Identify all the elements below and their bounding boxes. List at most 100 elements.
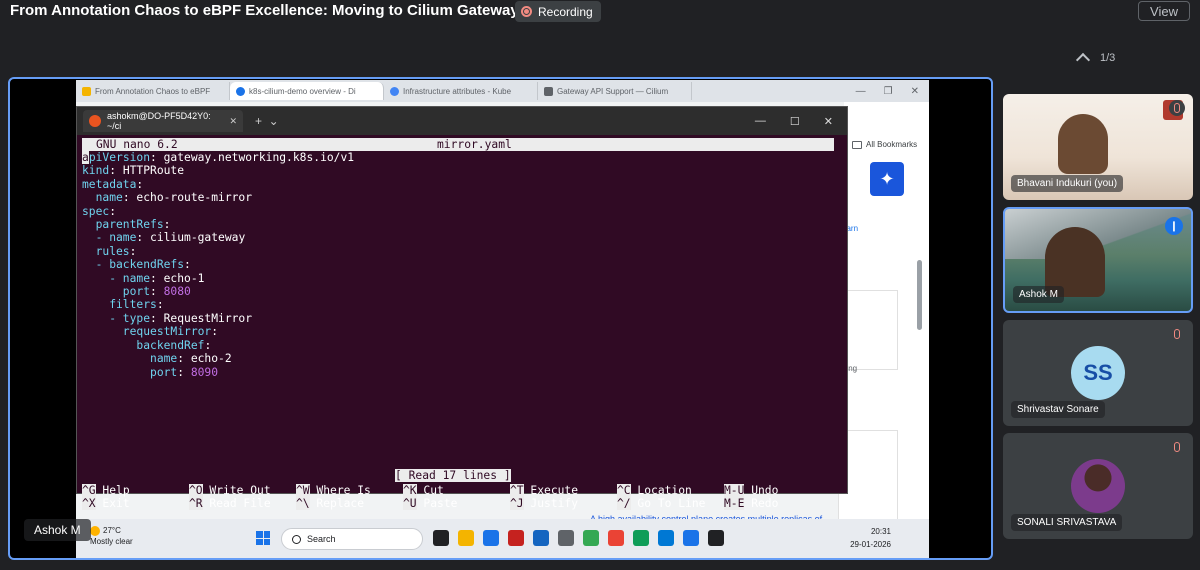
tab-favicon-icon (544, 86, 553, 96)
meeting-header: From Annotation Chaos to eBPF Excellence… (0, 0, 1200, 40)
browser-tab-active[interactable]: k8s-cilium-demo overview - Di (230, 82, 384, 100)
code-line: rules: (82, 244, 137, 258)
taskbar-app-icons (433, 530, 724, 546)
terminal-titlebar: ashokm@DO-PF5D42Y0: ~/ci ✕ + ⌄ — ☐ ✕ (77, 107, 847, 135)
tab-favicon-icon (236, 86, 245, 96)
participant-tile[interactable]: SONALI SRIVASTAVA (1003, 433, 1193, 539)
code-line: apiVersion: gateway.networking.k8s.io/v1 (82, 151, 355, 164)
mic-off-icon (1169, 326, 1185, 342)
nano-shortcut: ^G Help (82, 484, 130, 497)
tile-pager: 1/3 (1075, 50, 1116, 68)
nano-shortcut: ^T Execute (510, 484, 579, 497)
browser-tab-strip: From Annotation Chaos to eBPF k8s-cilium… (76, 80, 929, 102)
taskbar-search[interactable]: Search (281, 528, 423, 550)
close-icon[interactable]: ✕ (824, 115, 833, 128)
terminal-window-controls: — ☐ ✕ (755, 115, 847, 128)
new-tab-icon[interactable]: + ⌄ (255, 114, 279, 128)
taskbar-app-icon[interactable] (708, 530, 724, 546)
taskbar-app-icon[interactable] (683, 530, 699, 546)
taskbar-app-icon[interactable] (558, 530, 574, 546)
taskbar-clock[interactable]: 20:31 29-01-2026 (850, 525, 891, 551)
code-line: name: echo-route-mirror (82, 191, 253, 205)
browser-tab[interactable]: Infrastructure attributes - Kube (384, 82, 538, 100)
code-line: port: 8090 (82, 365, 219, 379)
code-line: parentRefs: (82, 218, 171, 232)
tab-favicon-icon (390, 86, 399, 96)
folder-icon (852, 140, 862, 149)
minimize-icon[interactable]: — (755, 115, 766, 128)
speaking-indicator-icon: ❙ (1165, 217, 1183, 235)
tab-favicon-icon (82, 86, 91, 96)
presenter-name-tag: Ashok M (24, 519, 91, 541)
presentation-stage: From Annotation Chaos to eBPF k8s-cilium… (8, 77, 993, 560)
code-line: - backendRefs: (82, 258, 191, 272)
windows-start-icon[interactable] (256, 531, 270, 545)
recording-indicator[interactable]: Recording (515, 1, 601, 22)
maximize-icon[interactable]: ☐ (790, 115, 800, 128)
participant-name: Shrivastav Sonare (1011, 401, 1105, 418)
participant-video (1058, 114, 1108, 174)
close-icon[interactable]: ✕ (911, 86, 919, 97)
participant-tile[interactable]: Bhavani Indukuri (you) (1003, 94, 1193, 200)
all-bookmarks[interactable]: All Bookmarks (852, 140, 917, 149)
terminal-tab[interactable]: ashokm@DO-PF5D42Y0: ~/ci ✕ (83, 110, 243, 132)
nano-shortcut: ^J Justify (510, 497, 579, 511)
browser-tab[interactable]: From Annotation Chaos to eBPF (76, 82, 230, 100)
nano-status: [ Read 17 lines ] (395, 469, 511, 483)
taskbar-app-icon[interactable] (608, 530, 624, 546)
page-indicator: 1/3 (1100, 51, 1116, 64)
shared-screen: From Annotation Chaos to eBPF k8s-cilium… (76, 80, 929, 558)
taskbar-app-icon[interactable] (458, 530, 474, 546)
nano-version: GNU nano 6.2 (96, 138, 178, 151)
code-line: - name: cilium-gateway (82, 231, 246, 245)
taskbar-app-icon[interactable] (658, 530, 674, 546)
participant-name: SONALI SRIVASTAVA (1011, 514, 1123, 531)
participant-tile[interactable]: SS Shrivastav Sonare (1003, 320, 1193, 426)
search-icon (292, 534, 301, 544)
weather-sun-icon (90, 525, 100, 536)
participant-tile-active[interactable]: ❙ Ashok M (1003, 207, 1193, 313)
code-line: spec: (82, 204, 117, 218)
page-scrollbar[interactable] (917, 260, 922, 330)
assistant-logo-icon[interactable]: ✦ (870, 162, 904, 196)
code-line: name: echo-2 (82, 352, 232, 366)
chevron-up-icon[interactable] (1075, 52, 1091, 68)
code-line: backendRef: (82, 338, 212, 352)
view-button[interactable]: View (1138, 1, 1190, 21)
meeting-title: From Annotation Chaos to eBPF Excellence… (10, 2, 548, 19)
windows-taskbar: 27°C Mostly clear Search 20:31 29-01-202… (76, 519, 929, 558)
nano-shortcut: ^/ Go To Line (617, 497, 706, 511)
nano-shortcut: ^O Write Out (189, 484, 271, 497)
minimize-icon[interactable]: — (856, 86, 866, 97)
mic-off-icon (1169, 439, 1185, 455)
code-line: metadata: (82, 177, 144, 191)
recording-label: Recording (538, 4, 593, 19)
taskbar-app-icon[interactable] (633, 530, 649, 546)
code-line: - type: RequestMirror (82, 311, 253, 325)
nano-editor[interactable]: GNU nano 6.2 mirror.yaml apiVersion: gat… (77, 135, 847, 511)
file-content[interactable]: apiVersion: gateway.networking.k8s.io/v1… (82, 151, 354, 379)
nano-shortcut: ^W Where Is (296, 484, 371, 497)
code-line: requestMirror: (82, 325, 219, 339)
taskbar-app-icon[interactable] (533, 530, 549, 546)
taskbar-app-icon[interactable] (483, 530, 499, 546)
restore-icon[interactable]: ❐ (884, 86, 893, 97)
browser-window-controls: — ❐ ✕ (856, 86, 929, 97)
nano-shortcut: ^X Exit (82, 497, 130, 511)
participant-name: Ashok M (1013, 286, 1064, 303)
nano-shortcut: M-E Redo (724, 497, 779, 511)
taskbar-app-icon[interactable] (508, 530, 524, 546)
terminal-window: ashokm@DO-PF5D42Y0: ~/ci ✕ + ⌄ — ☐ ✕ GNU… (76, 106, 848, 511)
ubuntu-icon (89, 115, 101, 127)
record-icon (521, 6, 532, 17)
code-line: filters: (82, 298, 164, 312)
nano-shortcut: ^C Location (617, 484, 692, 497)
avatar: SS (1071, 346, 1125, 400)
weather-widget[interactable]: 27°C Mostly clear (90, 525, 133, 547)
browser-tab[interactable]: Gateway API Support — Cilium (538, 82, 692, 100)
close-tab-icon[interactable]: ✕ (229, 116, 237, 127)
taskbar-app-icon[interactable] (433, 530, 449, 546)
taskbar-app-icon[interactable] (583, 530, 599, 546)
web-page-content: All Bookmarks ✦ earn ning (838, 102, 929, 558)
mic-off-icon (1169, 100, 1185, 116)
